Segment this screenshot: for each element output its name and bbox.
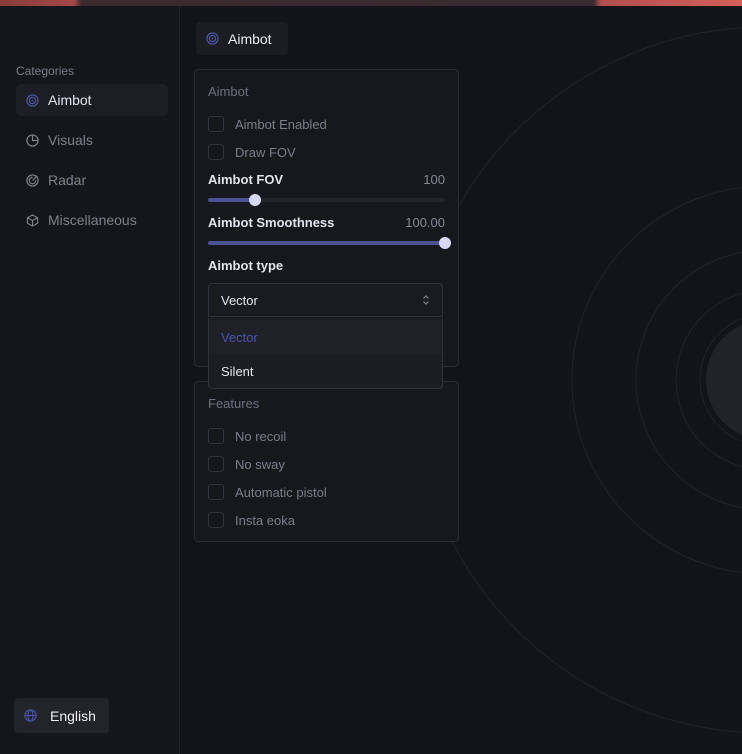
- slider-fill: [208, 241, 445, 245]
- categories-title: Categories: [16, 64, 75, 78]
- option-label: Vector: [221, 329, 258, 345]
- aimbot-fov-slider[interactable]: [208, 194, 445, 206]
- aimbot-smoothness-slider[interactable]: [208, 237, 451, 249]
- tab-label: Aimbot: [228, 30, 272, 47]
- checkbox-box[interactable]: [208, 512, 224, 528]
- chart-pie-icon: [25, 133, 39, 147]
- sidebar-item-label: Aimbot: [48, 92, 92, 108]
- option-label: Silent: [221, 363, 254, 379]
- language-button[interactable]: English: [14, 698, 109, 733]
- sidebar-item-miscellaneous[interactable]: Miscellaneous: [16, 204, 168, 236]
- checkbox-label: No sway: [235, 456, 285, 472]
- checkbox-label: Draw FOV: [235, 144, 296, 160]
- globe-icon: [24, 708, 38, 723]
- chevron-up-down-icon: [422, 294, 430, 306]
- sidebar-item-radar[interactable]: Radar: [16, 164, 168, 196]
- no-sway-checkbox[interactable]: No sway: [208, 456, 285, 472]
- checkbox-box[interactable]: [208, 116, 224, 132]
- panel-title: Features: [208, 396, 260, 411]
- aimbot-type-label: Aimbot type: [208, 258, 284, 273]
- aimbot-type-select[interactable]: Vector: [208, 283, 443, 317]
- sidebar-item-label: Miscellaneous: [48, 212, 137, 228]
- checkbox-label: Automatic pistol: [235, 484, 327, 500]
- checkbox-label: No recoil: [235, 428, 287, 444]
- no-recoil-checkbox[interactable]: No recoil: [208, 428, 286, 444]
- aimbot-fov-value: 100: [423, 172, 445, 187]
- sidebar-item-label: Visuals: [48, 132, 93, 148]
- select-value: Vector: [221, 292, 258, 308]
- sidebar-item-visuals[interactable]: Visuals: [16, 124, 168, 156]
- aimbot-enabled-checkbox[interactable]: Aimbot Enabled: [208, 116, 327, 132]
- tab-aimbot[interactable]: Aimbot: [196, 22, 288, 55]
- slider-thumb[interactable]: [249, 194, 261, 206]
- slider-fill: [208, 198, 255, 202]
- checkbox-box[interactable]: [208, 484, 224, 500]
- language-label: English: [50, 707, 96, 724]
- aimbot-fov-label: Aimbot FOV: [208, 172, 284, 187]
- radar-icon: [25, 173, 39, 187]
- aimbot-type-dropdown: Vector Silent: [208, 318, 443, 389]
- cube-icon: [25, 213, 39, 227]
- target-icon: [25, 93, 39, 107]
- dropdown-option-vector[interactable]: Vector: [209, 320, 442, 354]
- draw-fov-checkbox[interactable]: Draw FOV: [208, 144, 296, 160]
- checkbox-label: Insta eoka: [235, 512, 295, 528]
- insta-eoka-checkbox[interactable]: Insta eoka: [208, 512, 295, 528]
- checkbox-label: Aimbot Enabled: [235, 116, 327, 132]
- slider-thumb[interactable]: [439, 237, 451, 249]
- sidebar: Categories Aimbot Visuals Radar Miscella…: [0, 6, 180, 754]
- aimbot-smoothness-label: Aimbot Smoothness: [208, 215, 335, 230]
- dropdown-option-silent[interactable]: Silent: [209, 354, 442, 388]
- checkbox-box[interactable]: [208, 144, 224, 160]
- aimbot-smoothness-value: 100.00: [405, 215, 445, 230]
- panel-title: Aimbot: [208, 84, 249, 99]
- checkbox-box[interactable]: [208, 456, 224, 472]
- features-panel: Features No recoil No sway Automatic pis…: [194, 381, 459, 542]
- sidebar-item-aimbot[interactable]: Aimbot: [16, 84, 168, 116]
- sidebar-item-label: Radar: [48, 172, 87, 188]
- checkbox-box[interactable]: [208, 428, 224, 444]
- automatic-pistol-checkbox[interactable]: Automatic pistol: [208, 484, 327, 500]
- target-icon: [206, 31, 220, 46]
